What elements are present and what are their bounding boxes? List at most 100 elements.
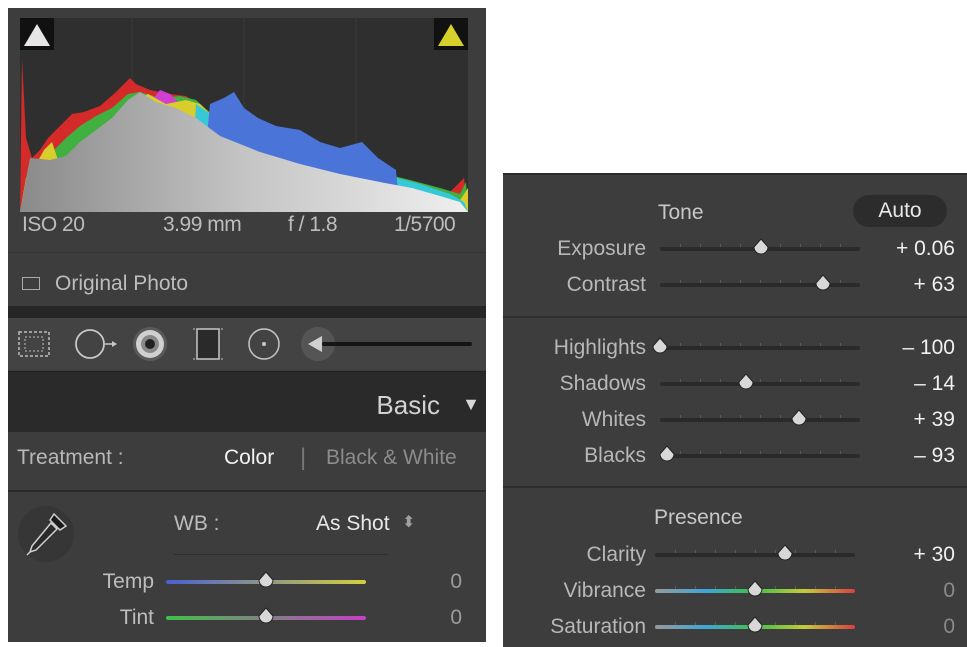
wb-dropdown-stepper-icon[interactable]: ⬍ bbox=[402, 512, 415, 532]
shadows-slider-thumb[interactable] bbox=[737, 373, 755, 391]
slider-tick bbox=[735, 550, 736, 553]
original-photo-checkbox[interactable] bbox=[22, 277, 40, 290]
slider-tick bbox=[820, 343, 821, 346]
blacks-slider-row: Blacks – 93 bbox=[503, 440, 967, 476]
clarity-slider-track[interactable] bbox=[655, 544, 855, 561]
highlights-slider-track[interactable] bbox=[652, 337, 860, 354]
whites-slider-track[interactable] bbox=[660, 409, 860, 426]
blacks-slider-thumb[interactable] bbox=[658, 445, 676, 463]
temp-slider-track[interactable] bbox=[166, 571, 366, 588]
tint-slider-track[interactable] bbox=[166, 607, 366, 624]
adjustment-brush-icon[interactable] bbox=[300, 326, 480, 362]
exposure-slider-track[interactable] bbox=[660, 238, 860, 255]
radial-filter-icon[interactable] bbox=[244, 326, 284, 362]
slider-tick bbox=[820, 451, 821, 454]
tone-presence-panel: Tone Auto Presence Exposure + 0.06 Contras… bbox=[503, 173, 967, 647]
slider-tick bbox=[735, 586, 736, 589]
slider-tick bbox=[720, 343, 721, 346]
highlights-label: Highlights bbox=[553, 336, 646, 359]
slider-tick bbox=[675, 622, 676, 625]
highlight-clipping-button[interactable] bbox=[434, 18, 468, 50]
slider-tick bbox=[735, 622, 736, 625]
vibrance-slider-thumb[interactable] bbox=[746, 580, 764, 598]
highlights-value[interactable]: – 100 bbox=[902, 336, 955, 360]
histogram[interactable] bbox=[20, 18, 468, 212]
highlights-slider-row: Highlights – 100 bbox=[503, 332, 967, 368]
slider-tick bbox=[840, 379, 841, 382]
treatment-label: Treatment : bbox=[17, 446, 124, 469]
slider-tick bbox=[840, 343, 841, 346]
tint-slider-thumb[interactable] bbox=[257, 607, 275, 625]
slider-tick bbox=[780, 415, 781, 418]
slider-tick bbox=[800, 451, 801, 454]
wb-preset-value[interactable]: As Shot bbox=[316, 512, 390, 536]
temp-value[interactable]: 0 bbox=[450, 570, 462, 594]
saturation-slider-row: Saturation 0 bbox=[503, 611, 967, 647]
saturation-slider-track[interactable] bbox=[655, 616, 855, 633]
temp-label: Temp bbox=[102, 570, 154, 593]
contrast-slider-thumb[interactable] bbox=[814, 274, 832, 292]
slider-tick bbox=[760, 280, 761, 283]
original-photo-row: Original Photo bbox=[8, 252, 486, 311]
shadows-slider-track[interactable] bbox=[660, 373, 860, 390]
slider-tick bbox=[700, 415, 701, 418]
tint-value[interactable]: 0 bbox=[450, 606, 462, 630]
slider-tick bbox=[780, 379, 781, 382]
treatment-color-option[interactable]: Color bbox=[224, 446, 274, 470]
slider-tick bbox=[820, 379, 821, 382]
shadow-clipping-button[interactable] bbox=[20, 18, 54, 50]
slider-tick bbox=[780, 244, 781, 247]
saturation-slider-thumb[interactable] bbox=[746, 616, 764, 634]
graduated-filter-icon[interactable] bbox=[188, 326, 228, 362]
treatment-black-white-option[interactable]: Black & White bbox=[326, 446, 457, 470]
treatment-row: Treatment : Color | Black & White bbox=[8, 432, 486, 489]
shadows-value[interactable]: – 14 bbox=[914, 372, 955, 396]
clarity-slider-thumb[interactable] bbox=[776, 544, 794, 562]
red-eye-icon[interactable] bbox=[130, 326, 170, 362]
exif-aperture: f / 1.8 bbox=[288, 213, 338, 236]
section-divider bbox=[503, 316, 967, 318]
whites-value[interactable]: + 39 bbox=[914, 408, 955, 432]
slider-tick bbox=[840, 451, 841, 454]
slider-tick bbox=[700, 244, 701, 247]
whites-slider-thumb[interactable] bbox=[790, 409, 808, 427]
slider-tick bbox=[835, 586, 836, 589]
tint-slider-row: Tint 0 bbox=[8, 602, 486, 638]
collapse-arrow-icon[interactable]: ▼ bbox=[462, 394, 480, 415]
exif-iso: ISO 20 bbox=[22, 213, 85, 236]
slider-tick bbox=[740, 451, 741, 454]
exposure-slider-thumb[interactable] bbox=[752, 238, 770, 256]
contrast-value[interactable]: + 63 bbox=[914, 273, 955, 297]
exposure-value[interactable]: + 0.06 bbox=[896, 237, 955, 261]
auto-tone-button[interactable]: Auto bbox=[853, 195, 947, 227]
slider-tick bbox=[795, 550, 796, 553]
crop-overlay-icon[interactable] bbox=[14, 326, 54, 362]
vibrance-slider-track[interactable] bbox=[655, 580, 855, 597]
slider-tick bbox=[775, 586, 776, 589]
highlights-slider-thumb[interactable] bbox=[651, 337, 669, 355]
white-balance-section: WB : As Shot ⬍ Temp 0 Tint 0 bbox=[8, 492, 486, 642]
slider-tick bbox=[700, 280, 701, 283]
blacks-slider-track[interactable] bbox=[659, 445, 860, 462]
exposure-slider-row: Exposure + 0.06 bbox=[503, 233, 967, 269]
slider-tick bbox=[780, 280, 781, 283]
blacks-value[interactable]: – 93 bbox=[914, 444, 955, 468]
saturation-value[interactable]: 0 bbox=[943, 615, 955, 639]
highlight-clipping-triangle-icon bbox=[438, 24, 464, 46]
slider-tick bbox=[795, 622, 796, 625]
spot-removal-icon[interactable] bbox=[72, 326, 122, 362]
slider-tick bbox=[700, 343, 701, 346]
clarity-value[interactable]: + 30 bbox=[914, 543, 955, 567]
wb-eyedropper-button[interactable] bbox=[18, 506, 74, 562]
slider-tick bbox=[760, 451, 761, 454]
vibrance-value[interactable]: 0 bbox=[943, 579, 955, 603]
basic-panel-title: Basic bbox=[376, 390, 440, 420]
treatment-separator: | bbox=[300, 444, 307, 471]
develop-left-panel: ISO 20 3.99 mm f / 1.8 1/5700 Original P… bbox=[8, 8, 486, 642]
basic-panel-header[interactable]: Basic ▼ bbox=[8, 371, 486, 432]
shadow-clipping-triangle-icon bbox=[24, 24, 50, 46]
temp-slider-thumb[interactable] bbox=[257, 571, 275, 589]
slider-tick bbox=[720, 244, 721, 247]
slider-tick bbox=[820, 244, 821, 247]
contrast-slider-track[interactable] bbox=[660, 274, 860, 291]
